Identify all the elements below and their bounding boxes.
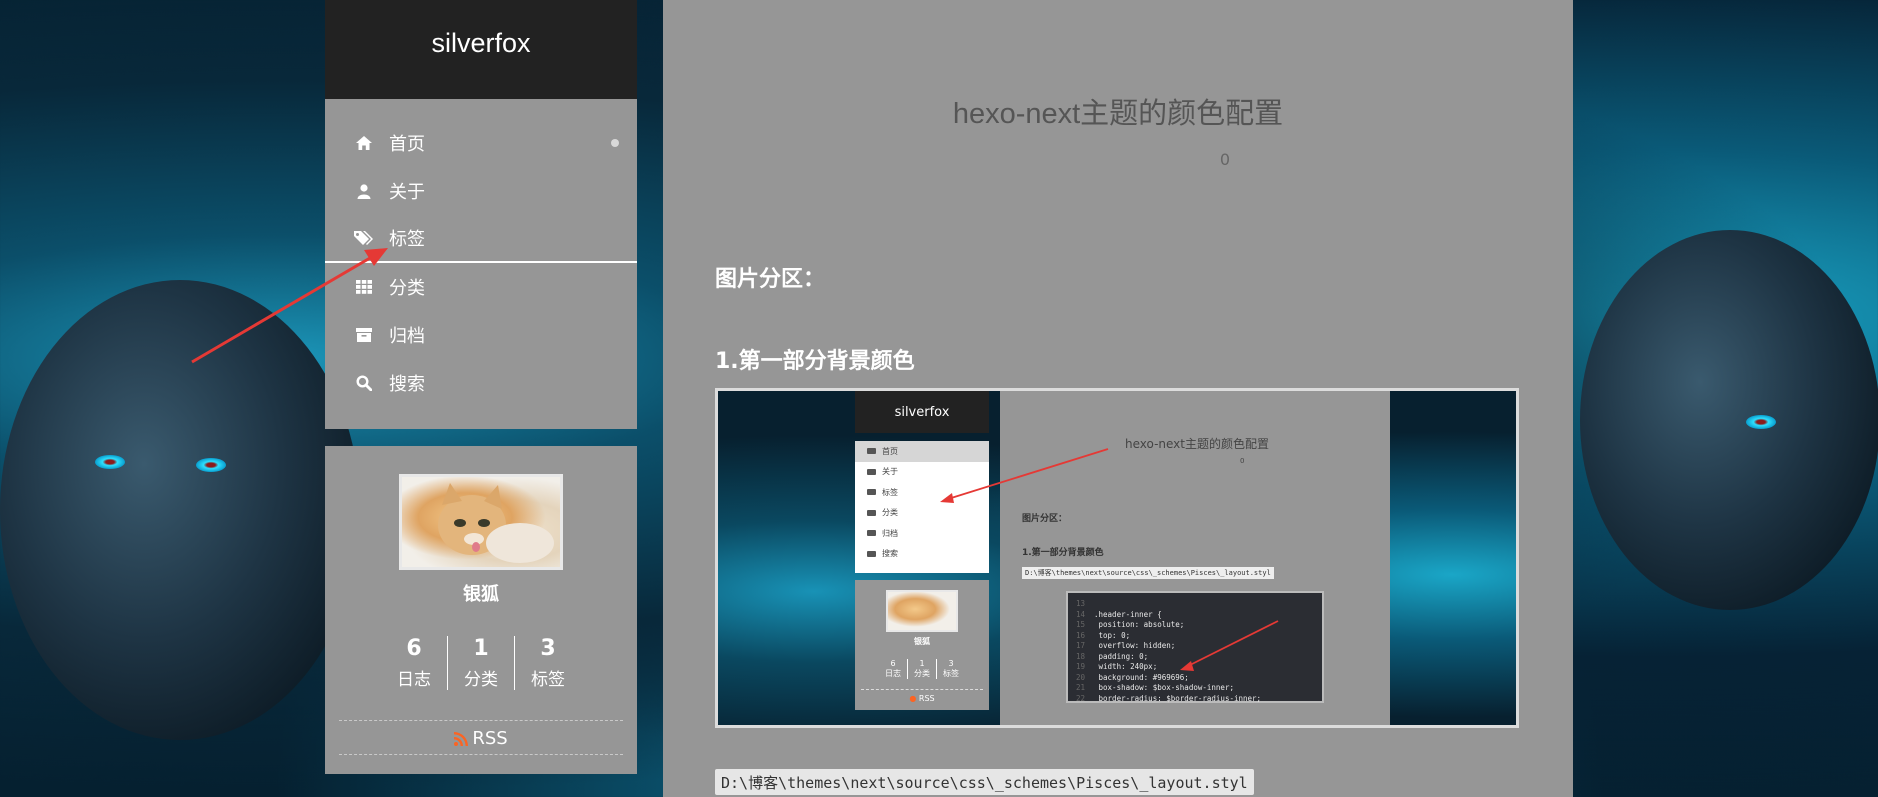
background-wolf-right bbox=[1580, 230, 1878, 610]
avatar bbox=[399, 474, 563, 570]
post-meta: 0 bbox=[663, 150, 1573, 169]
site-title[interactable]: silverfox bbox=[325, 0, 637, 99]
rss-link[interactable]: RSS bbox=[339, 720, 623, 755]
stat-label: 日志 bbox=[397, 670, 431, 690]
post-title[interactable]: hexo-next主题的颜色配置 bbox=[663, 90, 1573, 132]
author-name: 银狐 bbox=[463, 584, 499, 605]
sidebar: silverfox 首页 关于 标签 分类 归档 搜索 银狐 6 日志 1 分类… bbox=[325, 0, 637, 774]
menu-label: 关于 bbox=[389, 182, 425, 203]
menu-item-home[interactable]: 首页 bbox=[325, 119, 637, 167]
home-icon bbox=[353, 136, 375, 150]
author-profile: 银狐 6 日志 1 分类 3 标签 RSS bbox=[325, 446, 637, 774]
menu-label: 首页 bbox=[389, 134, 425, 155]
stat-count: 6 bbox=[406, 636, 422, 661]
stat-count: 3 bbox=[540, 636, 556, 661]
stat-label: 分类 bbox=[464, 670, 498, 690]
user-icon bbox=[353, 183, 375, 199]
file-path-code: D:\博客\themes\next\source\css\_schemes\Pi… bbox=[715, 769, 1254, 795]
background-wolf-eye bbox=[1746, 415, 1776, 429]
post-image: silverfox 首页 关于 标签 分类 归档 搜索 银狐 6 日志 1 分类 3… bbox=[715, 388, 1519, 728]
annotation-arrow bbox=[191, 248, 388, 364]
post-content: hexo-next主题的颜色配置 0 图片分区： 1.第一部分背景颜色 silv… bbox=[663, 0, 1573, 797]
stat-label: 标签 bbox=[531, 670, 565, 690]
image-annotation-arrows bbox=[940, 448, 1279, 671]
stat-tags[interactable]: 3 标签 bbox=[514, 636, 581, 690]
stat-count: 1 bbox=[473, 636, 489, 661]
rss-label: RSS bbox=[472, 728, 508, 749]
menu-item-about[interactable]: 关于 bbox=[325, 167, 637, 215]
rss-icon bbox=[454, 731, 469, 746]
background-wolf-eye bbox=[196, 458, 226, 472]
background-wolf-eye bbox=[95, 455, 125, 469]
section-subheading: 1.第一部分背景颜色 bbox=[715, 349, 915, 374]
stat-categories[interactable]: 1 分类 bbox=[447, 636, 514, 690]
view-count: 0 bbox=[1219, 150, 1231, 169]
section-heading: 图片分区： bbox=[715, 267, 826, 292]
site-stats: 6 日志 1 分类 3 标签 bbox=[325, 636, 637, 690]
stat-posts[interactable]: 6 日志 bbox=[381, 636, 447, 690]
active-dot bbox=[611, 139, 619, 147]
